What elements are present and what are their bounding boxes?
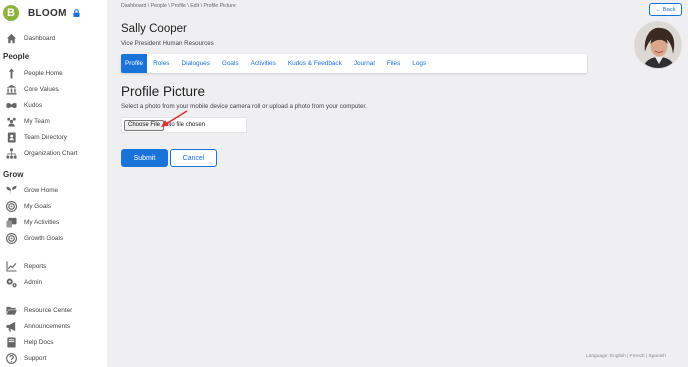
brand-name: BLOOM	[28, 7, 67, 19]
brand[interactable]: B BLOOM	[3, 4, 80, 22]
sidebar-item-label: People Home	[24, 69, 63, 77]
avatar	[634, 21, 682, 69]
section-title: Profile Picture	[121, 84, 206, 99]
sidebar-item-growth-goals[interactable]: Growth Goals	[5, 231, 105, 245]
sidebar-item-grow-home[interactable]: Grow Home	[5, 183, 105, 197]
person-up-icon	[5, 67, 17, 79]
sidebar-item-label: My Activities	[24, 218, 60, 226]
sidebar-item-label: My Team	[24, 117, 50, 125]
sidebar-item-label: Organization Chart	[24, 149, 78, 157]
sidebar-item-announcements[interactable]: Announcements	[5, 319, 105, 333]
red-arrow-annotation	[161, 110, 188, 127]
temple-icon	[5, 83, 17, 95]
sidebar-item-label: Core Values	[24, 85, 59, 93]
sidebar-item-label: Dashboard	[24, 34, 56, 42]
question-circle-icon	[5, 352, 17, 364]
megaphone-icon	[5, 320, 17, 332]
sidebar-item-label: Grow Home	[24, 186, 59, 194]
sidebar-item-organization-chart[interactable]: Organization Chart	[5, 146, 105, 160]
sidebar-item-resource-center[interactable]: Resource Center	[5, 303, 105, 317]
sidebar-item-label: Resource Center	[24, 306, 73, 314]
sidebar-item-reports[interactable]: Reports	[5, 259, 105, 273]
sidebar-section-people: People	[3, 52, 30, 61]
tab-dialogues[interactable]: Dialogues	[175, 54, 215, 73]
sidebar-item-kudos[interactable]: Kudos	[5, 98, 105, 112]
tab-profile[interactable]: Profile	[121, 54, 148, 73]
tab-activities[interactable]: Activities	[245, 54, 282, 73]
sidebar-item-my-team[interactable]: My Team	[5, 114, 105, 128]
sidebar-item-label: My Goals	[24, 202, 51, 210]
sidebar-item-label: Reports	[24, 262, 47, 270]
tab-journal[interactable]: Journal	[348, 54, 381, 73]
cancel-button[interactable]: Cancel	[170, 149, 217, 167]
sidebar-section-grow: Grow	[3, 170, 24, 179]
team-icon	[5, 115, 17, 127]
sidebar-item-label: Support	[24, 354, 47, 362]
bloom-logo-icon: B	[3, 5, 19, 21]
sidebar: B BLOOM Dashboard People People Home Cor…	[0, 0, 107, 367]
lock-icon	[73, 9, 80, 17]
language-selector[interactable]: Language: English | French | Spanish	[586, 354, 666, 359]
gears-icon	[5, 276, 17, 288]
sidebar-item-label: Kudos	[24, 101, 43, 109]
target-icon	[5, 232, 17, 244]
sidebar-item-my-activities[interactable]: My Activities	[5, 215, 105, 229]
sidebar-item-label: Help Docs	[24, 338, 54, 346]
sidebar-item-core-values[interactable]: Core Values	[5, 82, 105, 96]
sidebar-item-support[interactable]: Support	[5, 351, 105, 365]
back-button[interactable]: ← Back	[649, 3, 682, 16]
folder-open-icon	[5, 304, 17, 316]
sidebar-item-label: Admin	[24, 278, 43, 286]
sidebar-item-label: Announcements	[24, 322, 71, 330]
line-chart-icon	[5, 260, 17, 272]
sidebar-item-people-home[interactable]: People Home	[5, 66, 105, 80]
home-icon	[5, 32, 17, 44]
activities-icon	[5, 216, 17, 228]
handshake-icon	[5, 99, 17, 111]
sidebar-item-help-docs[interactable]: Help Docs	[5, 335, 105, 349]
tab-files[interactable]: Files	[381, 54, 407, 73]
sidebar-item-my-goals[interactable]: My Goals	[5, 199, 105, 213]
tab-goals[interactable]: Goals	[216, 54, 245, 73]
sidebar-item-dashboard[interactable]: Dashboard	[5, 31, 105, 45]
org-chart-icon	[5, 147, 17, 159]
breadcrumb[interactable]: Dashboard \ People \ Profile \ Edit \ Pr…	[121, 3, 236, 9]
sprout-icon	[5, 184, 17, 196]
sidebar-item-label: Team Directory	[24, 133, 67, 141]
person-title: Vice President Human Resources	[121, 40, 214, 47]
book-icon	[5, 336, 17, 348]
sidebar-item-admin[interactable]: Admin	[5, 275, 105, 289]
tab-kudos-feedback[interactable]: Kudos & Feedback	[282, 54, 348, 73]
tab-logs[interactable]: Logs	[406, 54, 432, 73]
sidebar-item-label: Growth Goals	[24, 234, 64, 242]
contact-book-icon	[5, 131, 17, 143]
target-icon	[5, 200, 17, 212]
profile-photo-icon	[635, 22, 681, 68]
profile-tabs: Profile Roles Dialogues Goals Activities…	[121, 54, 587, 73]
person-name: Sally Cooper	[121, 23, 187, 35]
tab-roles[interactable]: Roles	[147, 54, 175, 73]
submit-button[interactable]: Submit	[121, 149, 168, 167]
sidebar-item-team-directory[interactable]: Team Directory	[5, 130, 105, 144]
